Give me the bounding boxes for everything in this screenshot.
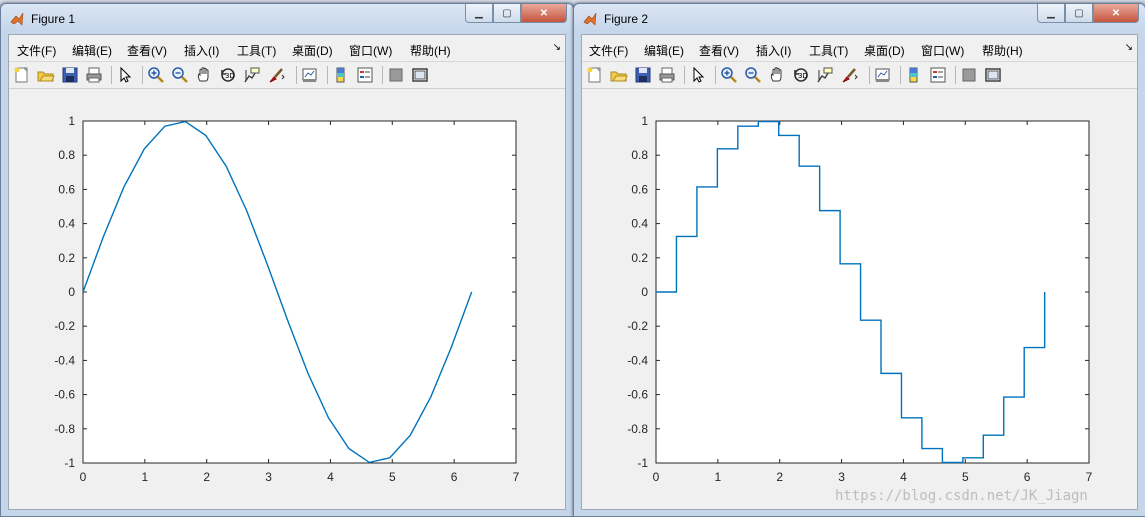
matlab-logo-icon xyxy=(583,12,597,26)
y-tick-label: -0.8 xyxy=(54,422,75,436)
plot-area: 0 1 2 3 4 5 6 7 1 0.8 0.6 0.4 0.2 0 -0.2 -0.4 -0.6 -0.8 -1 xyxy=(627,114,1093,484)
title-bar[interactable]: Figure 1 ▁ ▢ ✕ xyxy=(1,4,573,32)
x-tick-label: 2 xyxy=(776,470,783,484)
maximize-button[interactable]: ▢ xyxy=(1065,4,1093,23)
y-tick-label: 0.6 xyxy=(58,182,75,196)
y-tick-label: 0 xyxy=(68,285,75,299)
figure-2-window[interactable]: Figure 2 ▁ ▢ ✕ 文件(F) 编辑(E) 查看(V) 插入(I) 工… xyxy=(573,3,1145,517)
x-tick-label: 0 xyxy=(653,470,660,484)
y-tick-label: -0.2 xyxy=(627,319,648,333)
y-tick-label: -1 xyxy=(637,456,648,470)
maximize-button[interactable]: ▢ xyxy=(493,4,521,23)
axes-box xyxy=(655,120,1090,464)
y-tick-label: 1 xyxy=(641,114,648,128)
figure-1-window[interactable]: Figure 1 ▁ ▢ ✕ 文件(F) 编辑(E) 查看(V) 插入(I) 工… xyxy=(0,3,574,517)
x-tick-label: 2 xyxy=(203,470,210,484)
close-button[interactable]: ✕ xyxy=(521,4,567,23)
title-bar[interactable]: Figure 2 ▁ ▢ ✕ xyxy=(574,4,1145,32)
y-tick-label: 0.8 xyxy=(58,148,75,162)
y-tick-label: 0.8 xyxy=(631,148,648,162)
minimize-button[interactable]: ▁ xyxy=(465,4,493,23)
window-title: Figure 2 xyxy=(604,12,649,26)
y-tick-label: 0.4 xyxy=(58,217,75,231)
y-tick-label: 0.6 xyxy=(631,182,648,196)
watermark: https://blog.csdn.net/JK_Jiagn xyxy=(835,488,1088,504)
y-tick-label: 0 xyxy=(641,285,648,299)
y-tick-label: -0.8 xyxy=(627,422,648,436)
window-title: Figure 1 xyxy=(31,12,76,26)
x-tick-label: 6 xyxy=(1024,470,1031,484)
y-tick-label: -0.2 xyxy=(54,319,75,333)
minimize-button[interactable]: ▁ xyxy=(1037,4,1065,23)
y-tick-label: 0.4 xyxy=(631,217,648,231)
x-tick-label: 1 xyxy=(715,470,722,484)
y-tick-label: -0.6 xyxy=(627,388,648,402)
y-tick-label: -0.6 xyxy=(54,388,75,402)
x-tick-label: 5 xyxy=(962,470,969,484)
x-tick-label: 1 xyxy=(142,470,149,484)
y-tick-label: -1 xyxy=(64,456,75,470)
x-tick-label: 4 xyxy=(327,470,334,484)
axes-box xyxy=(82,120,517,464)
y-tick-label: 1 xyxy=(68,114,75,128)
x-tick-label: 5 xyxy=(389,470,396,484)
y-tick-label: 0.2 xyxy=(631,251,648,265)
matlab-logo-icon xyxy=(10,12,24,26)
y-tick-label: -0.4 xyxy=(627,353,648,367)
y-tick-label: -0.4 xyxy=(54,353,75,367)
x-tick-label: 3 xyxy=(265,470,272,484)
close-button[interactable]: ✕ xyxy=(1093,4,1139,23)
x-tick-label: 6 xyxy=(451,470,458,484)
x-tick-label: 0 xyxy=(80,470,87,484)
x-tick-label: 4 xyxy=(900,470,907,484)
plot-area: 0 1 2 3 4 5 6 7 1 0.8 0.6 0.4 0.2 0 -0.2 -0.4 -0.6 -0.8 -1 xyxy=(54,114,520,484)
x-tick-label: 3 xyxy=(838,470,845,484)
x-tick-label: 7 xyxy=(513,470,520,484)
x-tick-label: 7 xyxy=(1086,470,1093,484)
y-tick-label: 0.2 xyxy=(58,251,75,265)
figure-client-area: 文件(F) 编辑(E) 查看(V) 插入(I) 工具(T) 桌面(D) 窗口(W… xyxy=(8,34,566,510)
figure-client-area: 文件(F) 编辑(E) 查看(V) 插入(I) 工具(T) 桌面(D) 窗口(W… xyxy=(581,34,1138,510)
